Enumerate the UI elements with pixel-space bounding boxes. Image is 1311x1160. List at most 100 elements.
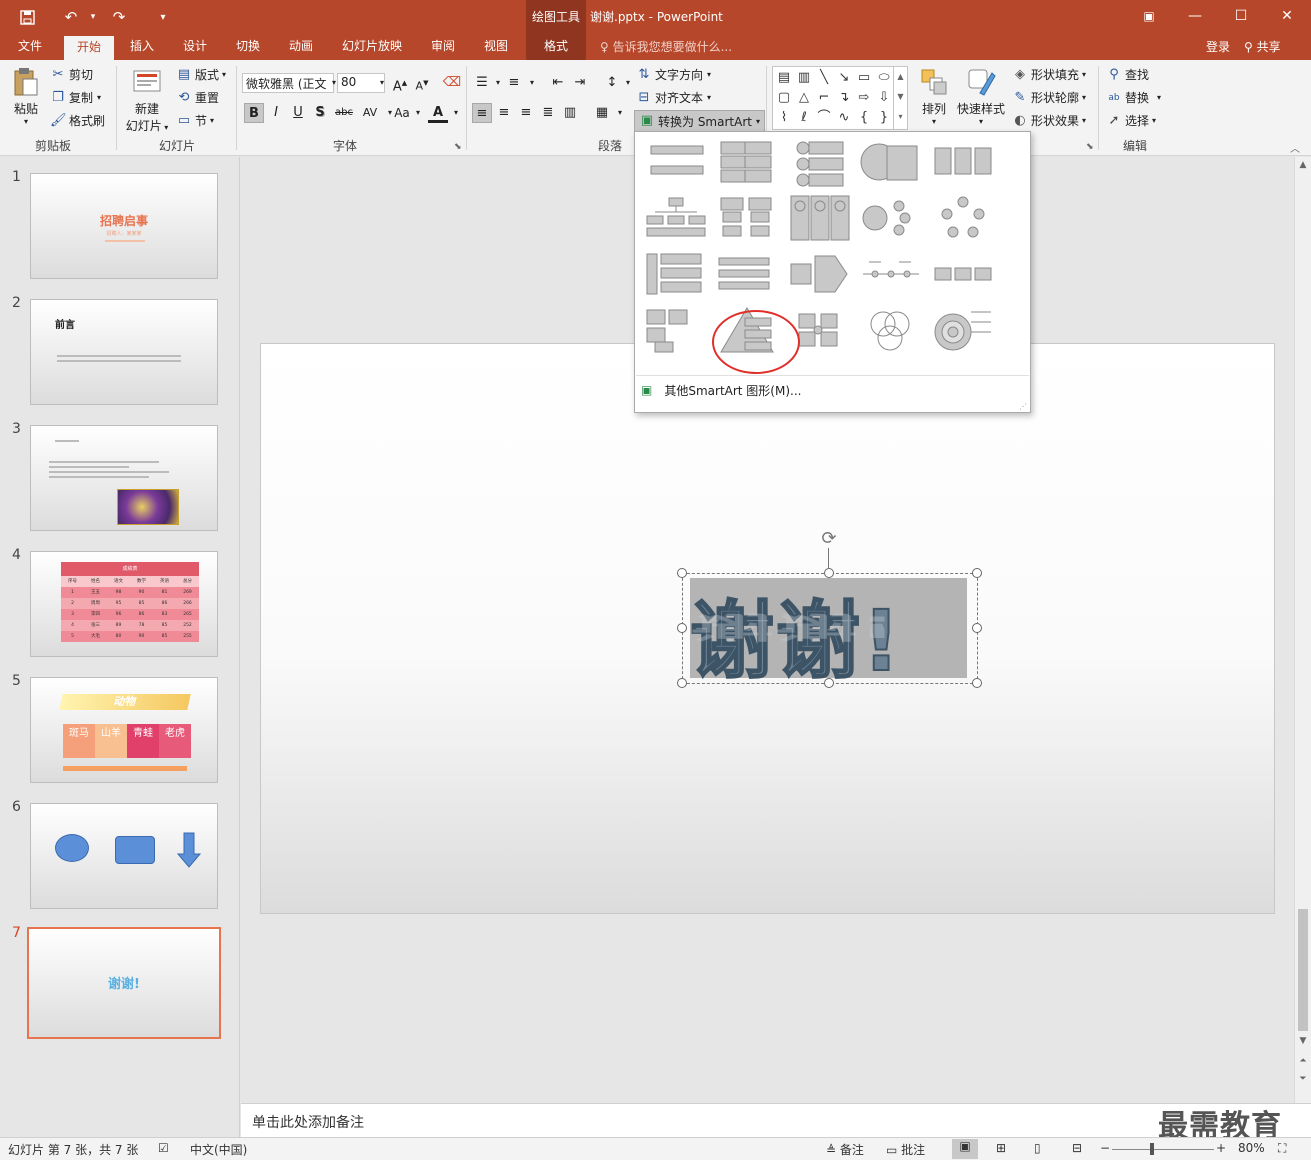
comments-button[interactable]: ▭ 批注 <box>886 1141 925 1158</box>
slideshow-view-icon[interactable]: ⊟ <box>1072 1141 1082 1155</box>
normal-view-icon[interactable]: ▣ <box>952 1139 978 1159</box>
scroll-thumb[interactable] <box>1298 909 1308 1031</box>
slide-thumbnail-5[interactable]: 动物 斑马 山羊 青蛙 老虎 <box>30 677 218 783</box>
smartart-layout-target-list[interactable] <box>931 306 995 356</box>
decrease-indent-icon[interactable]: ⇤ <box>548 73 568 93</box>
share-button[interactable]: ⚲ 共享 <box>1244 34 1304 60</box>
font-color-button[interactable]: A <box>428 103 448 123</box>
notes-pane[interactable]: 单击此处添加备注 <box>241 1103 1311 1137</box>
redo-icon[interactable]: ↷ <box>108 7 130 27</box>
layout-button[interactable]: ▤ 版式 ▾ <box>176 66 226 83</box>
resize-handle[interactable] <box>677 623 687 633</box>
text-shadow-button[interactable]: S <box>310 103 330 123</box>
login-link[interactable]: 登录 <box>1206 34 1230 60</box>
wave-shape-icon[interactable]: ∿ <box>835 109 853 127</box>
left-brace-shape-icon[interactable]: { <box>855 109 873 127</box>
increase-font-icon[interactable]: A▲ <box>390 73 410 94</box>
next-slide-icon[interactable]: ⏷ <box>1295 1071 1311 1087</box>
slide-thumbnail-6[interactable] <box>30 803 218 909</box>
reset-button[interactable]: ⟲ 重置 <box>176 89 219 106</box>
previous-slide-icon[interactable]: ⏶ <box>1295 1053 1311 1069</box>
rotate-handle-icon[interactable]: ⟳ <box>820 530 838 548</box>
tab-format[interactable]: 格式 <box>526 34 586 60</box>
increase-indent-icon[interactable]: ⇥ <box>570 73 590 93</box>
arrange-button[interactable]: 排列 ▾ <box>914 66 954 126</box>
vertical-text-box-shape-icon[interactable]: ▥ <box>795 69 813 87</box>
line-shape-icon[interactable]: ╲ <box>815 69 833 87</box>
smartart-layout-chevron-list[interactable] <box>643 250 707 300</box>
line-spacing-dropdown-icon[interactable]: ▾ <box>618 73 638 93</box>
save-icon[interactable] <box>16 7 38 27</box>
smartart-layout-timeline[interactable] <box>859 250 923 300</box>
smartart-layout-basic-process[interactable] <box>931 250 995 300</box>
slide-thumbnail-3[interactable] <box>30 425 218 531</box>
italic-button[interactable]: I <box>266 103 286 123</box>
quick-styles-button[interactable]: 快速样式 ▾ <box>956 66 1006 126</box>
bold-button[interactable]: B <box>244 103 264 123</box>
undo-icon[interactable]: ↶ <box>60 7 82 27</box>
slide-thumbnail-7[interactable]: 谢谢! <box>27 927 221 1039</box>
font-dialog-launcher-icon[interactable]: ⬊ <box>454 142 462 152</box>
zoom-level[interactable]: 80% <box>1238 1141 1265 1155</box>
collapse-ribbon-icon[interactable]: ︿ <box>1290 140 1300 155</box>
clear-formatting-icon[interactable]: ⌫ <box>442 73 462 93</box>
zoom-in-icon[interactable]: + <box>1216 1141 1226 1155</box>
tab-file[interactable]: 文件 <box>10 34 50 60</box>
gallery-scroll-icon[interactable]: ▲ ▼ ▾ <box>893 67 907 129</box>
tab-review[interactable]: 审阅 <box>423 34 463 60</box>
smartart-layout-stacked-list[interactable] <box>859 138 923 188</box>
slide-thumbnail-4[interactable]: 成绩表 序号 姓名 语文 数学 英语 总分 1 王五 98 90 81 269 2 周周 95 85 86 266… <box>30 551 218 657</box>
strikethrough-button[interactable]: abc <box>332 103 356 123</box>
zoom-slider[interactable] <box>1112 1149 1214 1150</box>
zoom-out-icon[interactable]: − <box>1100 1141 1110 1155</box>
shapes-gallery[interactable]: ▤ ▥ ╲ ↘ ▭ ⬭ ▢ △ ⌐ ↴ ⇨ ⇩ ⌇ ℓ ⌒ ∿ { } ▲ ▼ ▾ <box>772 66 908 130</box>
close-icon[interactable]: ✕ <box>1264 0 1310 34</box>
resize-grip-icon[interactable]: ⋰ <box>1019 402 1027 411</box>
smartart-layout-vertical-picture-list[interactable] <box>787 194 851 244</box>
copy-button[interactable]: ❐ 复制 ▾ <box>50 89 101 106</box>
cut-button[interactable]: ✂ 剪切 <box>50 66 93 83</box>
select-button[interactable]: ➚ 选择 ▾ <box>1106 112 1156 129</box>
tab-view[interactable]: 视图 <box>476 34 516 60</box>
minimize-icon[interactable]: — <box>1172 0 1218 34</box>
font-color-dropdown-icon[interactable]: ▾ <box>446 103 466 123</box>
font-size-dropdown-icon[interactable]: ▾ <box>372 73 392 93</box>
curve-shape-icon[interactable]: ℓ <box>795 109 813 127</box>
align-text-button[interactable]: ⊟ 对齐文本 ▾ <box>636 89 711 106</box>
selected-text-box[interactable] <box>682 573 978 684</box>
align-left-icon[interactable]: ≡ <box>472 103 492 123</box>
down-arrow-shape-icon[interactable]: ⇩ <box>875 89 893 107</box>
vertical-scrollbar[interactable]: ▲ ▼ ⏶ ⏷ <box>1294 157 1311 1103</box>
right-brace-shape-icon[interactable]: } <box>875 109 893 127</box>
case-dropdown-icon[interactable]: ▾ <box>408 103 428 123</box>
smartart-layout-table-list[interactable] <box>715 194 779 244</box>
text-box-shape-icon[interactable]: ▤ <box>775 69 793 87</box>
smartart-layout-horizontal-bullet-list[interactable] <box>931 138 995 188</box>
rectangle-shape-icon[interactable]: ▭ <box>855 69 873 87</box>
ribbon-display-options-icon[interactable]: ▣ <box>1126 0 1172 34</box>
resize-handle[interactable] <box>677 678 687 688</box>
oval-shape-icon[interactable]: ⬭ <box>875 69 893 87</box>
smartart-layout-basic-block-list[interactable] <box>643 138 707 188</box>
tell-me-search[interactable]: ♀ 告诉我您想要做什么... <box>600 34 732 60</box>
customize-quick-access-icon[interactable]: ▾ <box>152 7 174 27</box>
distributed-icon[interactable]: ▥ <box>560 103 580 123</box>
reading-view-icon[interactable]: ▯ <box>1034 1141 1041 1155</box>
elbow-connector-shape-icon[interactable]: ⌐ <box>815 89 833 107</box>
arc-shape-icon[interactable]: ⌒ <box>815 109 833 127</box>
scroll-down-icon[interactable]: ▼ <box>1295 1033 1311 1049</box>
spelling-icon[interactable]: ☑ <box>158 1141 169 1155</box>
freeform-shape-icon[interactable]: ⌇ <box>775 109 793 127</box>
slide-thumbnail-panel[interactable]: 1 招聘启事 招聘人：某某某 2 前言 3 4 成绩表 序号 姓名 语文 数学 英语 总分… <box>0 157 240 1137</box>
text-direction-button[interactable]: ⇅ 文字方向 ▾ <box>636 66 711 83</box>
paste-dropdown-icon[interactable]: ▾ <box>8 117 44 126</box>
slide-thumbnail-2[interactable]: 前言 <box>30 299 218 405</box>
format-painter-button[interactable]: 🖌 格式刷 <box>50 112 105 129</box>
columns-dropdown-icon[interactable]: ▾ <box>610 103 630 123</box>
more-smartart-item[interactable]: ▣ 其他SmartArt 图形(M)... <box>635 379 1030 401</box>
replace-button[interactable]: ab 替换 ▾ <box>1106 89 1161 106</box>
tab-home[interactable]: 开始 <box>64 36 114 60</box>
paste-button[interactable]: 粘贴 ▾ <box>8 66 44 126</box>
tab-slideshow[interactable]: 幻灯片放映 <box>334 34 410 60</box>
tab-animations[interactable]: 动画 <box>281 34 321 60</box>
